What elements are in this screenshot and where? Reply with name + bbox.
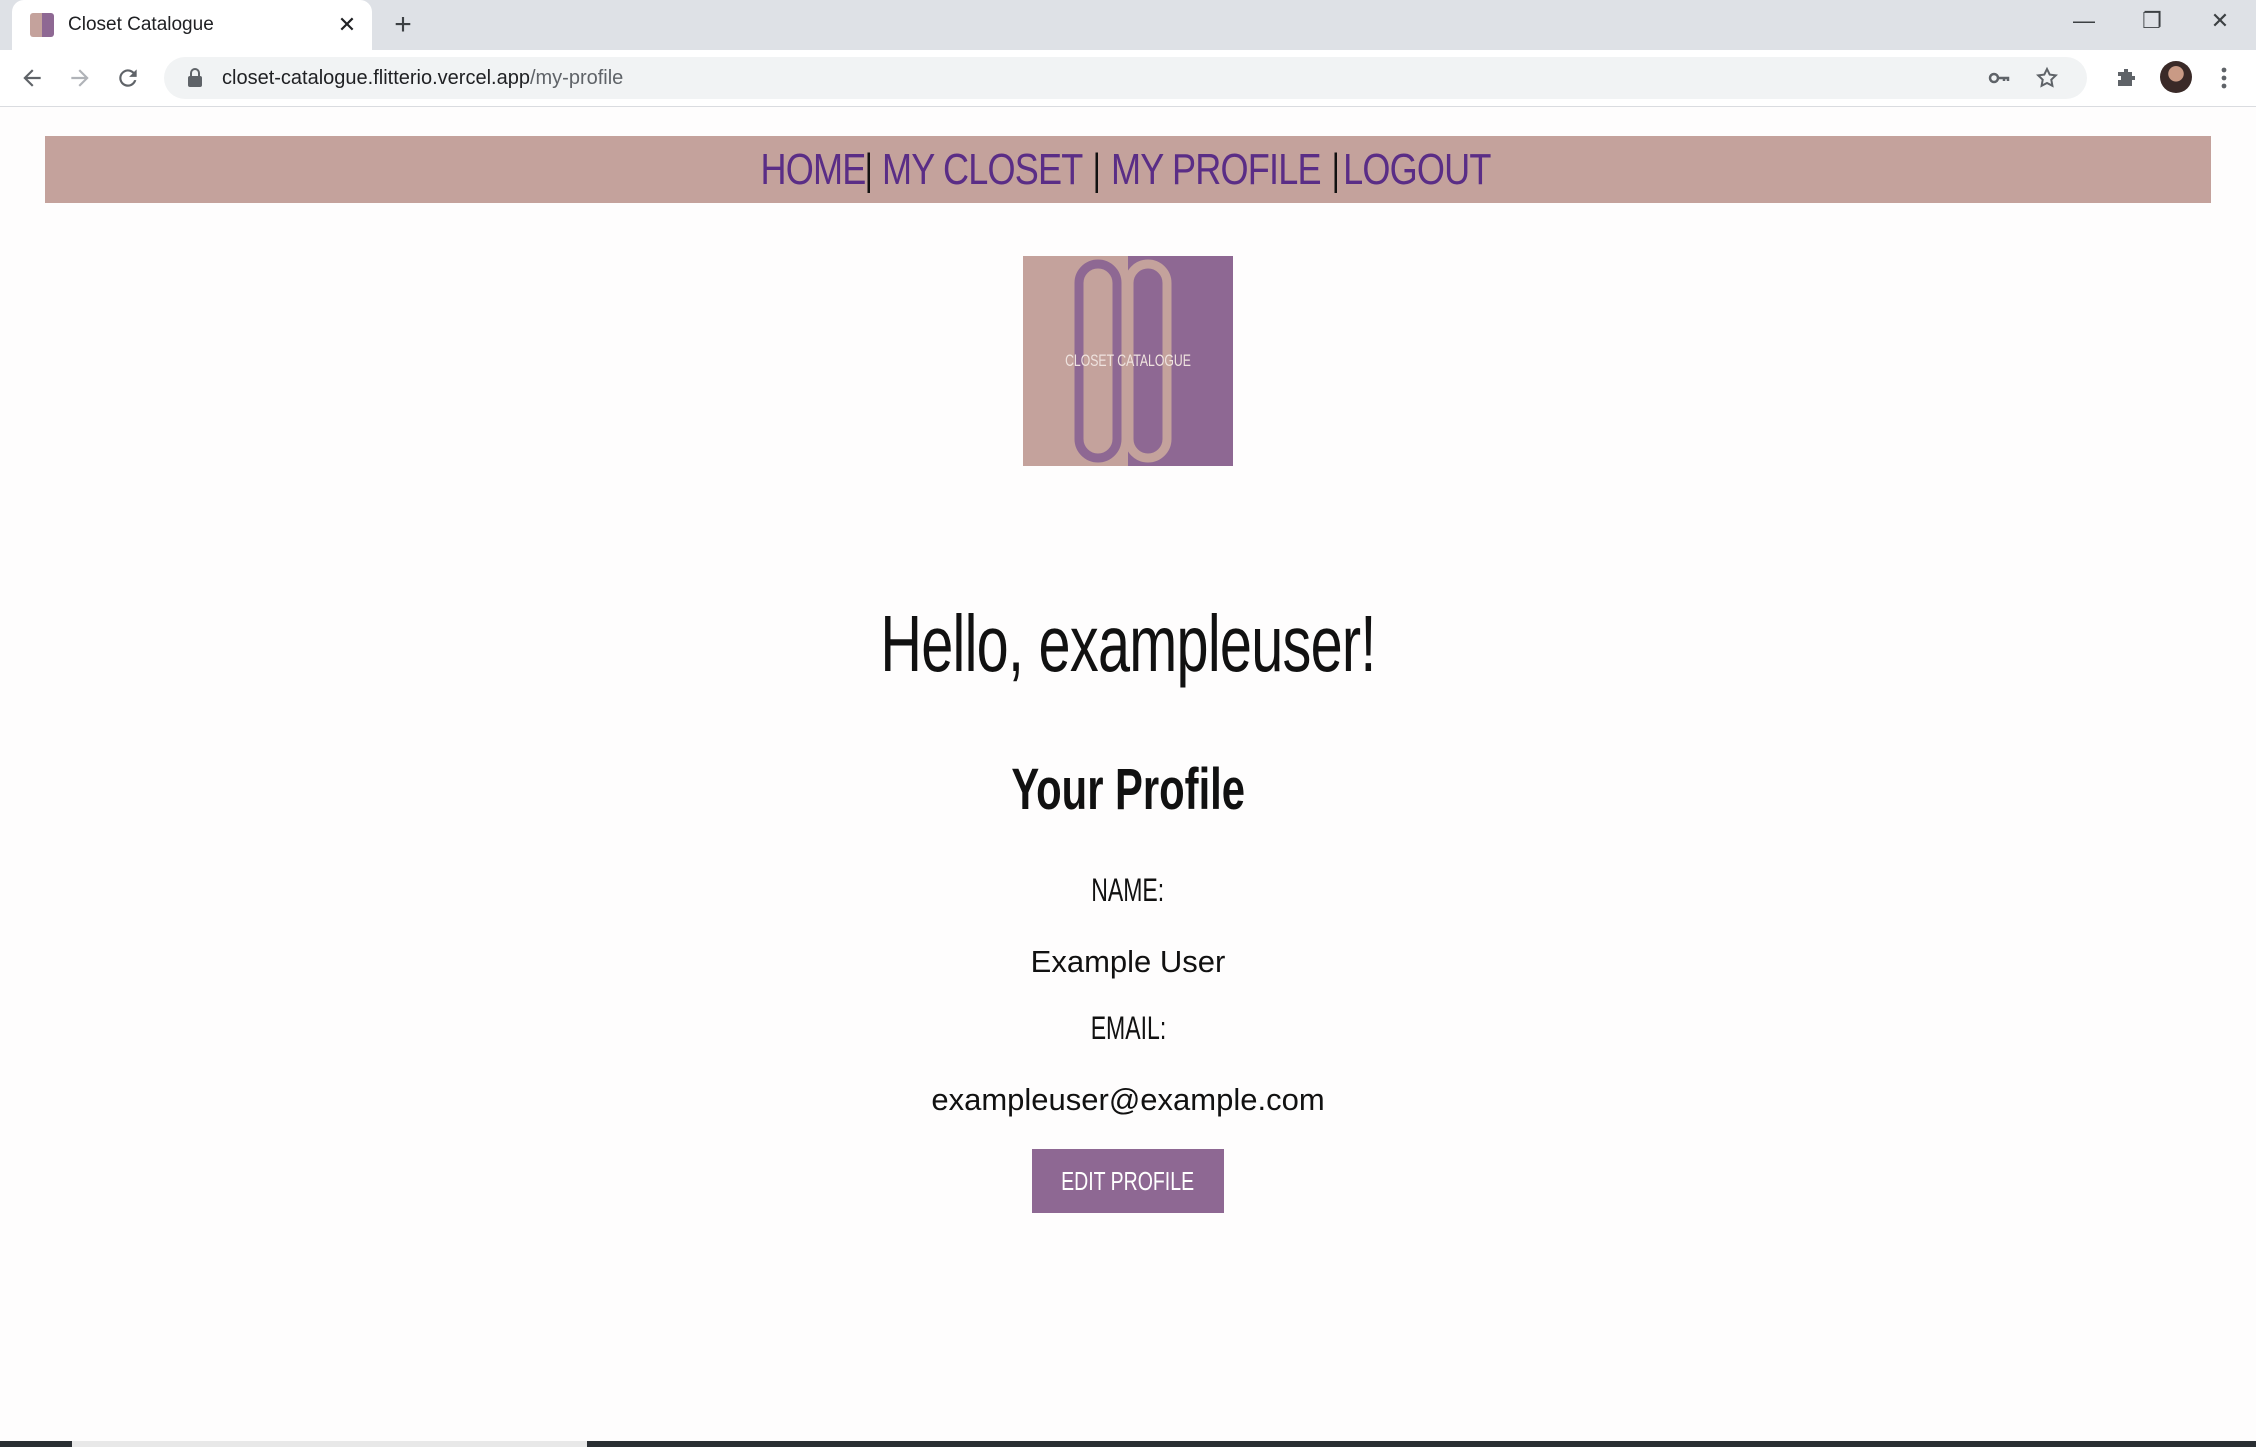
url-path: /my-profile <box>529 66 624 89</box>
profile-title: Your Profile <box>0 756 2256 823</box>
nav-separator: | <box>1331 144 1340 194</box>
kebab-menu-icon[interactable] <box>2204 58 2244 98</box>
closet-catalogue-logo: CLOSET CATALOGUE <box>1023 256 1233 466</box>
site-favicon <box>30 13 54 37</box>
minimize-icon[interactable]: — <box>2050 0 2118 42</box>
window-close-icon[interactable]: ✕ <box>2186 0 2254 42</box>
extensions-icon[interactable] <box>2106 58 2146 98</box>
bookmark-star-icon[interactable] <box>2032 63 2062 93</box>
profile-avatar[interactable] <box>2160 61 2192 93</box>
back-icon[interactable] <box>12 58 52 98</box>
nav-logout-link[interactable]: LOGOUT <box>1344 145 1492 195</box>
edit-profile-button[interactable]: EDIT PROFILE <box>1032 1149 1224 1213</box>
url-domain: closet-catalogue.flitterio.vercel.app <box>222 66 530 89</box>
name-label-text: NAME: <box>1091 872 1165 908</box>
greeting-text: Hello, exampleuser! <box>880 599 1376 688</box>
nav-my-profile-link[interactable]: MY PROFILE <box>1111 145 1321 195</box>
browser-toolbar: closet-catalogue.flitterio.vercel.app/my… <box>0 50 2256 107</box>
name-value: Example User <box>1030 944 1226 979</box>
lock-icon <box>182 68 208 88</box>
edit-profile-label: EDIT PROFILE <box>1061 1165 1195 1196</box>
nav-my-closet-link[interactable]: MY CLOSET <box>882 145 1083 195</box>
site-navbar: HOME | MY CLOSET | MY PROFILE | LOGOUT <box>45 136 2211 203</box>
key-icon[interactable] <box>1984 63 2014 93</box>
browser-tabstrip: Closet Catalogue ✕ + — ❐ ✕ <box>0 0 2256 50</box>
tab-close-icon[interactable]: ✕ <box>332 10 362 40</box>
nav-separator: | <box>864 144 873 194</box>
greeting-heading: Hello, exampleuser! <box>0 598 2256 690</box>
email-label: EMAIL: <box>0 1010 2256 1047</box>
profile-title-text: Your Profile <box>1011 757 1245 822</box>
tab-title: Closet Catalogue <box>68 14 214 35</box>
reload-icon[interactable] <box>108 58 148 98</box>
logo-text: CLOSET CATALOGUE <box>1065 351 1191 370</box>
taskbar-edge <box>0 1441 2256 1447</box>
address-bar[interactable]: closet-catalogue.flitterio.vercel.app/my… <box>164 57 2087 99</box>
email-value: exampleuser@example.com <box>931 1082 1325 1117</box>
nav-separator: | <box>1092 144 1101 194</box>
forward-icon[interactable] <box>60 58 100 98</box>
browser-tab[interactable]: Closet Catalogue ✕ <box>12 0 372 50</box>
new-tab-icon[interactable]: + <box>386 8 420 42</box>
name-label: NAME: <box>0 872 2256 909</box>
taskbar-segment <box>72 1441 587 1447</box>
email-label-text: EMAIL: <box>1090 1010 1166 1046</box>
restore-icon[interactable]: ❐ <box>2118 0 2186 42</box>
nav-home-link[interactable]: HOME <box>760 145 866 195</box>
url-text: closet-catalogue.flitterio.vercel.app/my… <box>222 67 623 90</box>
